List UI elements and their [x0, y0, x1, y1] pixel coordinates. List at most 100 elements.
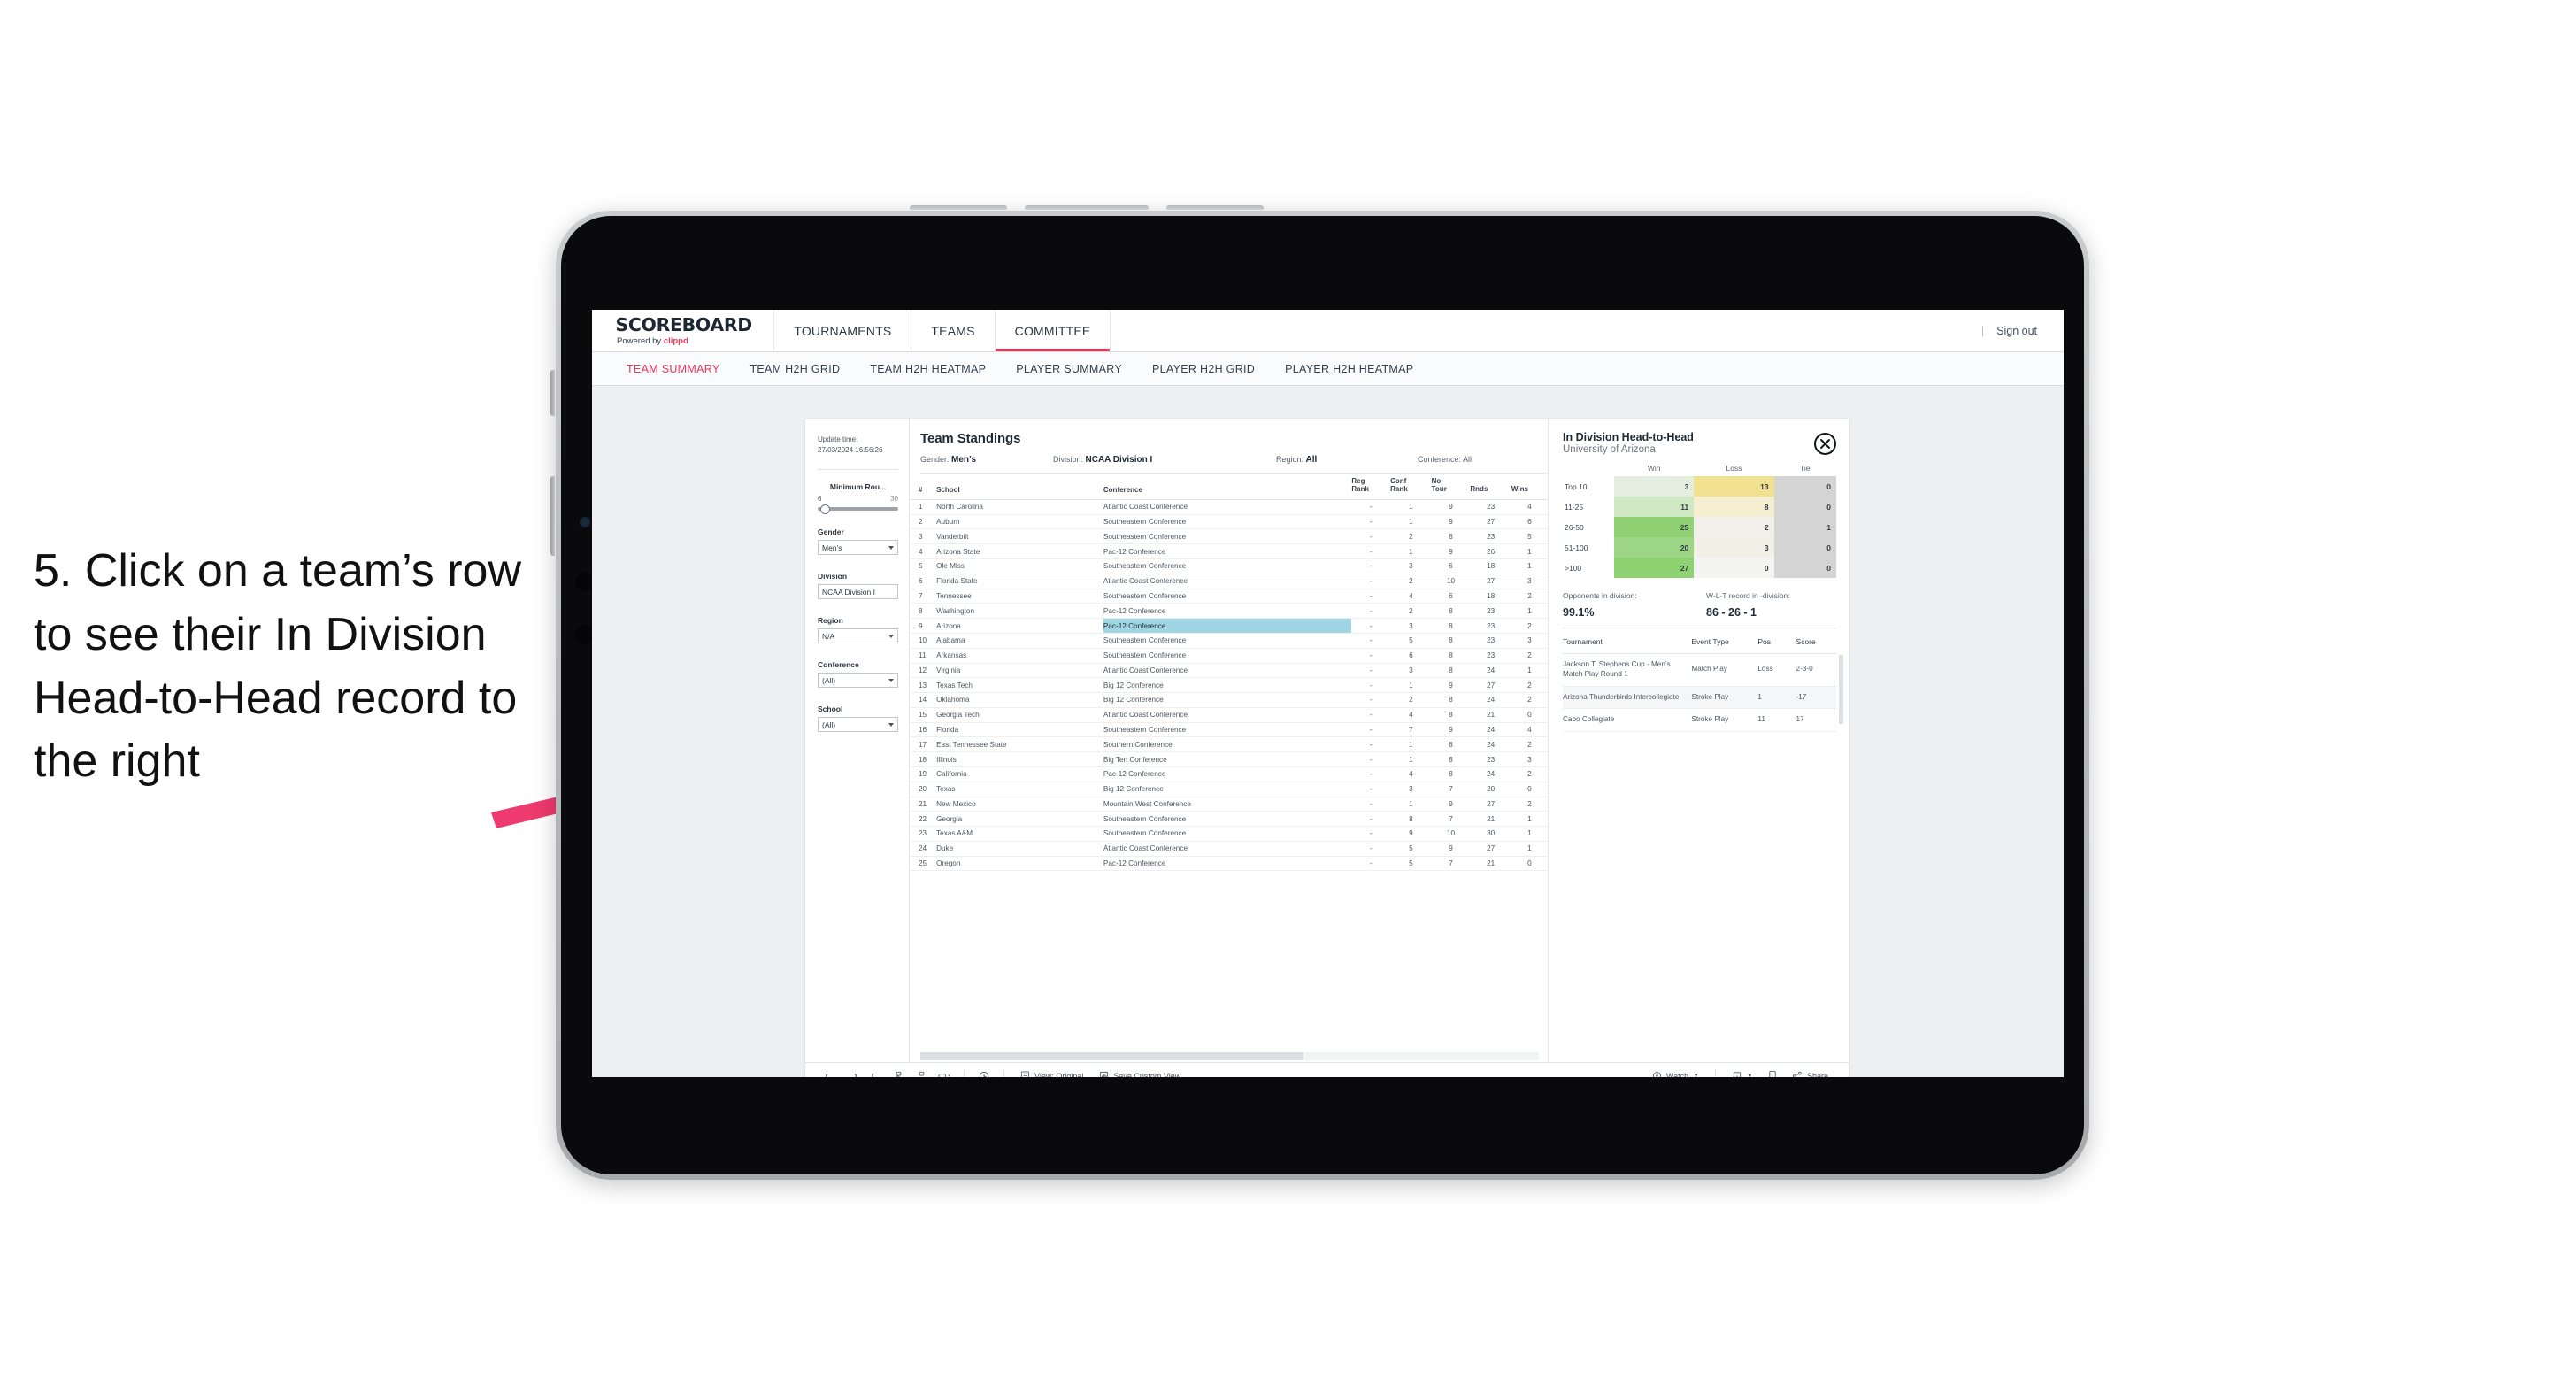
col-rnds[interactable]: Rnds [1470, 474, 1511, 500]
update-time-label: Update time: [818, 435, 858, 443]
h2h-row: 11-25 11 8 0 [1563, 497, 1836, 517]
cell-conference: Big Ten Conference [1103, 751, 1352, 767]
instruction-annotation: 5. Click on a team’s row to see their In… [34, 545, 522, 788]
cell-conf-rank: 9 [1390, 826, 1432, 842]
undo-icon[interactable] [818, 1066, 841, 1077]
col-school[interactable]: School [936, 474, 1103, 500]
min-rounds-slider-handle[interactable] [819, 504, 830, 514]
table-row[interactable]: 20 Texas Big 12 Conference -3 7 20 0 [910, 782, 1548, 797]
cell-reg-rank: - [1351, 856, 1391, 872]
subnav-team-h2h-grid[interactable]: TEAM H2H GRID [734, 363, 855, 375]
cell-conference: Southeastern Conference [1103, 528, 1352, 545]
rectangle-select-icon[interactable] [933, 1066, 956, 1077]
tablet-top-button-3 [1166, 205, 1264, 210]
refresh-icon[interactable] [887, 1066, 910, 1077]
table-row[interactable]: 10 Alabama Southeastern Conference -5 8 23 3 [910, 633, 1548, 649]
device-icon[interactable] [1761, 1066, 1784, 1077]
alert-clock-icon[interactable] [973, 1066, 996, 1077]
cell-conf-rank: 1 [1390, 543, 1432, 560]
table-row[interactable]: 15 Georgia Tech Atlantic Coast Conference -… [910, 707, 1548, 723]
table-row[interactable]: 9 Arizona Pac-12 Conference -3 8 23 2 [910, 618, 1548, 634]
save-custom-view-button[interactable]: Save Custom View [1091, 1071, 1188, 1077]
col-reg-rank[interactable]: Reg Rank [1351, 474, 1391, 500]
table-row[interactable]: 16 Florida Southeastern Conference -7 9 24 4 [910, 722, 1548, 738]
chevron-down-icon [888, 723, 894, 728]
cell-school: New Mexico [936, 797, 1103, 812]
table-row[interactable]: 1 North Carolina Atlantic Coast Conference… [910, 499, 1548, 515]
h2h-tie-cell: 0 [1773, 558, 1836, 578]
col-conf-rank[interactable]: Conf Rank [1390, 474, 1432, 500]
table-row[interactable]: 5 Ole Miss Southeastern Conference -3 6 18 1 [910, 558, 1548, 574]
download-button[interactable]: ▼ [1724, 1071, 1761, 1077]
division-select[interactable]: NCAA Division I [818, 584, 898, 600]
table-row[interactable]: 11 Arkansas Southeastern Conference -6 8 23 2 [910, 648, 1548, 664]
col-tournament[interactable]: Tournament [1563, 630, 1692, 654]
region-select[interactable]: N/A [818, 628, 898, 644]
table-row[interactable]: 13 Texas Tech Big 12 Conference -1 9 27 2 [910, 677, 1548, 694]
revert-icon[interactable] [864, 1066, 887, 1077]
cell-pos: 11 [1757, 708, 1796, 733]
cell-tournament-name: Arizona Thunderbirds Intercollegiate [1563, 686, 1692, 710]
h2h-win-cell: 20 [1614, 537, 1695, 558]
brand-logo[interactable]: SCOREBOARD Powered by clippd [592, 310, 775, 351]
standings-hscroll-track[interactable] [920, 1052, 1539, 1060]
table-row[interactable]: 22 Georgia Southeastern Conference -8 7 21 1 [910, 811, 1548, 828]
close-icon[interactable] [1814, 433, 1836, 455]
table-row[interactable]: 7 Tennessee Southeastern Conference -4 6 18 2 [910, 589, 1548, 604]
download-icon [1733, 1071, 1742, 1077]
table-row[interactable]: 6 Florida State Atlantic Coast Conference -… [910, 574, 1548, 589]
subnav-player-h2h-grid[interactable]: PLAYER H2H GRID [1137, 363, 1270, 375]
table-row[interactable]: 14 Oklahoma Big 12 Conference -2 8 24 2 [910, 692, 1548, 708]
watch-button[interactable]: Watch ▼ [1644, 1071, 1707, 1077]
table-row[interactable]: 8 Washington Pac-12 Conference -2 8 23 1 [910, 603, 1548, 620]
share-button[interactable]: Share [1784, 1071, 1836, 1077]
col-score[interactable]: Score [1796, 630, 1836, 654]
pause-icon[interactable] [910, 1066, 933, 1077]
table-row[interactable]: 12 Virginia Atlantic Coast Conference -3 8 24… [910, 663, 1548, 679]
cell-reg-rank: - [1351, 722, 1391, 738]
table-row[interactable]: 19 California Pac-12 Conference -4 8 24 2 [910, 766, 1548, 782]
col-rank[interactable]: # [910, 474, 937, 500]
topnav-committee[interactable]: COMMITTEE [995, 310, 1111, 351]
standings-hscroll[interactable] [910, 1051, 1548, 1062]
table-row[interactable]: 4 Arizona State Pac-12 Conference -1 9 26 1 [910, 543, 1548, 560]
cell-wins: 2 [1511, 797, 1548, 812]
table-row[interactable]: 24 Duke Atlantic Coast Conference -5 9 27 1 [910, 841, 1548, 857]
cell-rank: 8 [910, 603, 937, 620]
table-row[interactable]: 25 Oregon Pac-12 Conference -5 7 21 0 [910, 856, 1548, 872]
gender-select[interactable]: Men’s [818, 540, 898, 556]
list-item[interactable]: Arizona Thunderbirds Intercollegiate Stro… [1563, 686, 1836, 710]
standings-scroll-area[interactable]: # School Conference Reg Rank Conf Rank No T… [910, 474, 1548, 1051]
table-row[interactable]: 2 Auburn Southeastern Conference -1 9 27 6 [910, 514, 1548, 530]
col-conference[interactable]: Conference [1103, 474, 1352, 500]
col-wins[interactable]: Wins [1511, 474, 1548, 500]
view-original-button[interactable]: View: Original [1012, 1071, 1091, 1077]
table-row[interactable]: 21 New Mexico Mountain West Conference -1 9 2… [910, 797, 1548, 812]
standings-hscroll-thumb[interactable] [920, 1052, 1304, 1060]
subnav-team-h2h-heatmap[interactable]: TEAM H2H HEATMAP [855, 363, 1001, 375]
table-row[interactable]: 17 East Tennessee State Southern Conferenc… [910, 736, 1548, 753]
cell-rank: 18 [910, 751, 937, 767]
topnav-teams[interactable]: TEAMS [911, 310, 996, 351]
min-rounds-slider[interactable] [818, 504, 898, 514]
signout-divider: | [1980, 324, 1985, 337]
subnav-team-summary[interactable]: TEAM SUMMARY [611, 363, 734, 375]
col-no-tour[interactable]: No Tour [1431, 474, 1471, 500]
topnav-tournaments[interactable]: TOURNAMENTS [774, 310, 912, 351]
conference-select[interactable]: (All) [818, 673, 898, 689]
list-item[interactable]: Cabo Collegiate Stroke Play 11 17 [1563, 708, 1836, 733]
list-item[interactable]: Jackson T. Stephens Cup - Men’s Match Pl… [1563, 653, 1836, 687]
col-event-type[interactable]: Event Type [1691, 630, 1758, 654]
subnav-player-h2h-heatmap[interactable]: PLAYER H2H HEATMAP [1270, 363, 1428, 375]
table-row[interactable]: 18 Illinois Big Ten Conference -1 8 23 3 [910, 751, 1548, 767]
subnav-player-summary[interactable]: PLAYER SUMMARY [1001, 363, 1137, 375]
table-row[interactable]: 3 Vanderbilt Southeastern Conference -2 8 23 5 [910, 528, 1548, 545]
table-row[interactable]: 23 Texas A&M Southeastern Conference -9 10 30… [910, 826, 1548, 842]
sign-out-link[interactable]: Sign out [1996, 325, 2037, 337]
redo-icon[interactable] [841, 1066, 864, 1077]
school-select[interactable]: (All) [818, 717, 898, 733]
col-pos[interactable]: Pos [1757, 630, 1796, 654]
brand-title: SCOREBOARD [615, 313, 752, 335]
tournaments-scrollbar[interactable] [1839, 655, 1843, 724]
cell-no-tour: 9 [1431, 722, 1471, 738]
